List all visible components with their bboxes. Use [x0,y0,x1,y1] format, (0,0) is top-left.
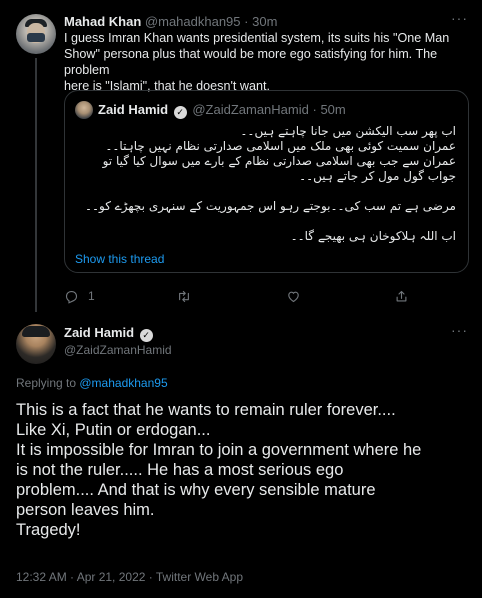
text-line: is not the ruler..... He has a most seri… [16,461,344,479]
urdu-line: اب پھر سب الیکشن میں جانا چاہتے ہیں۔۔ [240,124,456,138]
verified-badge-icon: ✓ [139,329,153,342]
reply-tweet-header: Mahad Khan @mahadkhan95 · 30m [64,14,277,29]
quoted-tweet-header: Zaid Hamid ✓ @ZaidZamanHamid · 50m [98,102,346,119]
retweet-button[interactable] [176,289,192,304]
author-handle[interactable]: @mahadkhan95 [145,14,241,29]
thread-connector-line [35,58,37,312]
reply-count: 1 [88,289,95,303]
replying-mention-link[interactable]: @mahadkhan95 [79,376,167,390]
tweet-time[interactable]: 30m [252,14,277,29]
text-line: Tragedy! [16,521,81,539]
show-thread-link[interactable]: Show this thread [75,252,164,266]
text-line: person leaves him. [16,501,155,519]
text-line: It is impossible for Imran to join a gov… [16,441,422,459]
main-tweet[interactable]: Zaid Hamid ✓ @ZaidZamanHamid ··· Replyin… [0,312,482,598]
quoted-tweet-text: اب پھر سب الیکشن میں جانا چاہتے ہیں۔۔ عم… [76,124,456,244]
main-author-name[interactable]: Zaid Hamid [64,325,134,340]
main-author-name-row: Zaid Hamid ✓ [64,325,155,342]
text-line: problem.... And that is why every sensib… [16,481,376,499]
heart-icon [288,291,299,302]
main-author-handle[interactable]: @ZaidZamanHamid [64,343,172,357]
urdu-line: عمران سمیت کوئی بھی ملک میں اسلامی صدارت… [105,139,456,153]
urdu-line: عمران سے جب بھی اسلامی صدارتی نظام کے با… [102,154,456,168]
text-line: Like Xi, Putin or erdogan... [16,421,211,439]
quoted-tweet-card[interactable]: Zaid Hamid ✓ @ZaidZamanHamid · 50m اب پھ… [64,90,469,273]
more-options-icon[interactable]: ··· [451,10,468,26]
quoted-tweet-time: 50m [320,102,346,117]
replying-to: Replying to @mahadkhan95 [16,376,168,390]
reply-tweet-text: I guess Imran Khan wants presidential sy… [64,30,469,94]
replying-prefix: Replying to [16,376,80,390]
separator-dot: · [244,14,249,29]
verified-badge-icon: ✓ [173,106,187,119]
zaid-hamid-avatar-small [75,101,93,119]
author-name[interactable]: Mahad Khan [64,14,141,29]
more-options-icon[interactable]: ··· [451,322,468,338]
avatar-beret [22,326,50,337]
main-tweet-text: This is a fact that he wants to remain r… [16,400,476,540]
tweet-timestamp[interactable]: 12:32 AM · Apr 21, 2022 · Twitter Web Ap… [16,570,243,584]
text-line: Show" persona plus that would be more eg… [64,47,438,77]
avatar-mask [27,33,45,42]
text-line: I guess Imran Khan wants presidential sy… [64,31,450,45]
zaid-hamid-avatar[interactable] [16,324,56,364]
urdu-line: مرضی ہے تم سب کی۔۔بوجتے رہو اس جمہوریت ک… [84,199,456,213]
share-button[interactable] [394,289,409,304]
quoted-author-handle: @ZaidZamanHamid [192,102,309,117]
text-line: This is a fact that he wants to remain r… [16,401,396,419]
separator-dot: · [312,102,317,117]
urdu-line: جواب گول مول کر جاتے ہیں۔۔ [299,169,456,183]
retweet-icon [179,290,189,302]
quoted-author-name: Zaid Hamid [98,102,169,117]
reply-button[interactable]: 1 [64,289,95,304]
like-button[interactable] [286,289,301,304]
urdu-line: اب اللہ ہلاکوخان ہی بھیجے گا۔۔ [290,229,456,243]
mahad-khan-avatar[interactable] [16,14,56,54]
reply-tweet[interactable]: Mahad Khan @mahadkhan95 · 30m ··· I gues… [0,0,482,312]
tweet-actions: 1 [64,288,414,304]
share-icon [396,290,407,301]
reply-icon [65,290,78,304]
